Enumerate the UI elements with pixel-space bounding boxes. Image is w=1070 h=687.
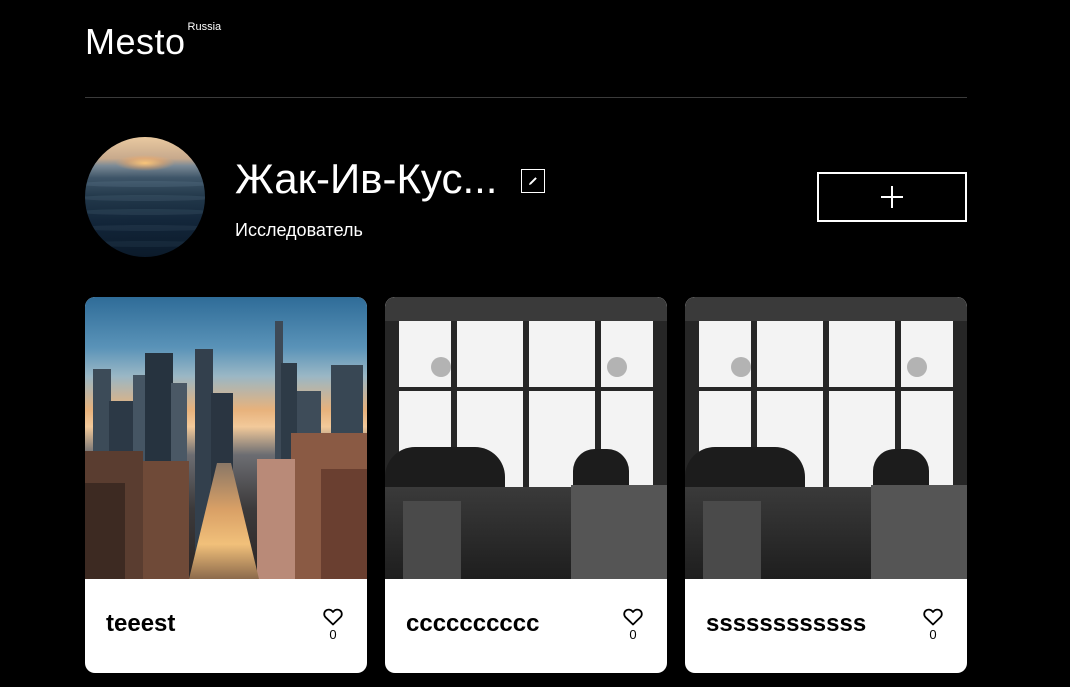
profile-info: Жак-Ив-Кус... Исследователь xyxy=(235,155,546,241)
avatar-wave xyxy=(85,195,205,201)
profile: Жак-Ив-Кус... Исследователь xyxy=(85,137,967,257)
pencil-icon xyxy=(529,177,538,185)
edit-profile-button[interactable] xyxy=(521,169,546,193)
card-footer: ssssssssssss 0 xyxy=(685,579,967,673)
heart-icon xyxy=(923,608,943,625)
card: ssssssssssss 0 xyxy=(685,297,967,673)
avatar-wave xyxy=(85,209,205,215)
avatar-wave xyxy=(85,225,205,231)
like-box: 0 xyxy=(921,607,945,643)
like-box: 0 xyxy=(621,607,645,643)
card-footer: teeest 0 xyxy=(85,579,367,673)
like-button[interactable] xyxy=(322,607,344,626)
profile-about: Исследователь xyxy=(235,220,363,240)
logo-subtext: Russia xyxy=(187,21,222,33)
like-button[interactable] xyxy=(622,607,644,626)
card-title: teeest xyxy=(106,610,176,637)
page: Mesto Russia Жак-Ив-Кус... Исследователь xyxy=(0,0,1070,687)
card: teeest 0 xyxy=(85,297,367,673)
like-count: 0 xyxy=(329,627,337,642)
avatar-wave xyxy=(85,241,205,247)
card-image-cafe[interactable] xyxy=(685,297,967,579)
like-count: 0 xyxy=(929,627,937,642)
card-footer: cccccccccc 0 xyxy=(385,579,667,673)
profile-name-row: Жак-Ив-Кус... xyxy=(235,155,546,203)
card-title: ssssssssssss xyxy=(706,610,867,637)
add-card-button[interactable] xyxy=(817,172,967,222)
logo[interactable]: Mesto Russia xyxy=(85,21,222,62)
like-button[interactable] xyxy=(922,607,944,626)
heart-icon xyxy=(623,608,643,625)
card-image-city[interactable] xyxy=(85,297,367,579)
like-count: 0 xyxy=(629,627,637,642)
card-image-cafe[interactable] xyxy=(385,297,667,579)
plus-icon xyxy=(881,186,903,208)
heart-icon xyxy=(323,608,343,625)
avatar-wave xyxy=(85,181,205,187)
card-title: cccccccccc xyxy=(406,610,540,637)
profile-name: Жак-Ив-Кус... xyxy=(235,155,498,202)
like-box: 0 xyxy=(321,607,345,643)
logo-text: Mesto xyxy=(85,21,186,62)
avatar[interactable] xyxy=(85,137,205,257)
header: Mesto Russia xyxy=(85,0,967,98)
cards-grid: teeest 0 cccccccccc 0 ssssssssssss 0 xyxy=(85,297,967,673)
card: cccccccccc 0 xyxy=(385,297,667,673)
